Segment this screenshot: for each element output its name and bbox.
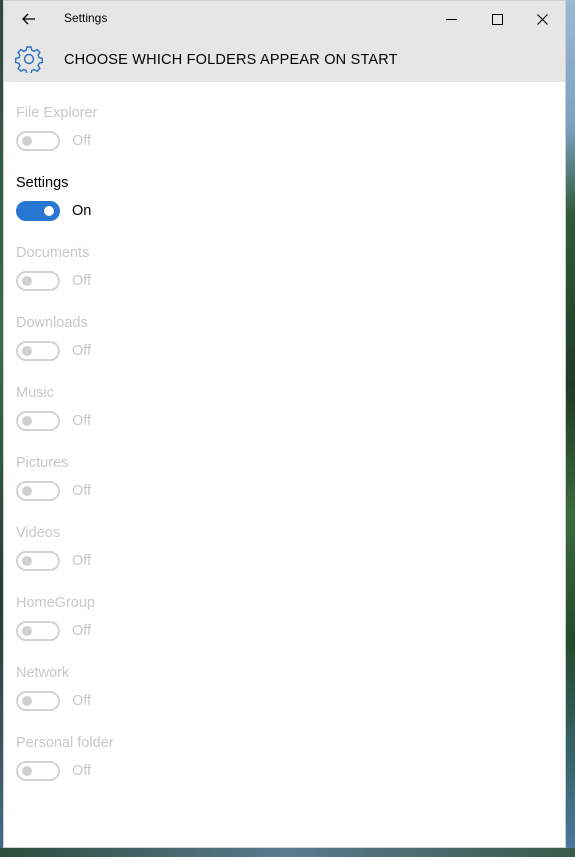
close-button[interactable] (519, 1, 565, 37)
toggle-state: Off (72, 553, 92, 569)
folder-label: HomeGroup (16, 595, 95, 611)
toggle-state: Off (72, 763, 92, 779)
folder-item-personal-folder: Personal folder Off (16, 735, 316, 795)
folder-item-videos: Videos Off (16, 525, 316, 585)
toggle-state: Off (72, 413, 92, 429)
folder-item-downloads: Downloads Off (16, 315, 316, 375)
pictures-toggle[interactable] (16, 481, 60, 501)
toggle-state: Off (72, 693, 92, 709)
page-title: CHOOSE WHICH FOLDERS APPEAR ON START (64, 52, 398, 68)
file-explorer-toggle[interactable] (16, 131, 60, 151)
toggle-state: Off (72, 343, 92, 359)
toggle-knob (22, 486, 32, 496)
toggle-state: Off (72, 483, 92, 499)
back-arrow-icon (22, 13, 35, 25)
folder-item-homegroup: HomeGroup Off (16, 595, 316, 655)
folder-label: Personal folder (16, 735, 114, 751)
videos-toggle[interactable] (16, 551, 60, 571)
personal-folder-toggle[interactable] (16, 761, 60, 781)
folder-item-music: Music Off (16, 385, 316, 445)
title-bar: Settings (4, 1, 565, 37)
network-toggle[interactable] (16, 691, 60, 711)
folder-label: Settings (16, 175, 69, 191)
folder-item-network: Network Off (16, 665, 316, 725)
folder-item-documents: Documents Off (16, 245, 316, 305)
gear-icon (15, 46, 43, 73)
folder-item-settings: Settings On (16, 175, 316, 235)
toggle-knob (22, 136, 32, 146)
toggle-knob (22, 626, 32, 636)
toggle-knob (22, 556, 32, 566)
toggle-state: Off (72, 273, 92, 289)
folder-label: File Explorer (16, 105, 98, 121)
toggle-knob (44, 206, 54, 216)
folder-label: Documents (16, 245, 90, 261)
folder-label: Downloads (16, 315, 88, 331)
close-icon (536, 13, 548, 25)
desktop-wallpaper (566, 0, 575, 857)
toggle-knob (22, 766, 32, 776)
app-title: Settings (64, 11, 108, 25)
toggle-knob (22, 416, 32, 426)
toggle-knob (22, 696, 32, 706)
toggle-knob (22, 346, 32, 356)
page-header: CHOOSE WHICH FOLDERS APPEAR ON START (4, 37, 565, 82)
folder-label: Pictures (16, 455, 69, 471)
toggle-state: On (72, 203, 92, 219)
minimize-icon (445, 18, 457, 20)
documents-toggle[interactable] (16, 271, 60, 291)
folder-item-file-explorer: File Explorer Off (16, 105, 316, 165)
toggle-state: Off (72, 623, 92, 639)
music-toggle[interactable] (16, 411, 60, 431)
homegroup-toggle[interactable] (16, 621, 60, 641)
toggle-knob (22, 276, 32, 286)
toggle-state: Off (72, 133, 92, 149)
folder-label: Videos (16, 525, 61, 541)
settings-window: Settings CHOOSE WHICH FOLDERS APPEAR ON … (3, 0, 566, 848)
folder-label: Network (16, 665, 70, 681)
back-button[interactable] (14, 5, 44, 33)
folder-item-pictures: Pictures Off (16, 455, 316, 515)
minimize-button[interactable] (428, 1, 474, 37)
maximize-button[interactable] (474, 1, 520, 37)
maximize-icon (491, 13, 503, 25)
downloads-toggle[interactable] (16, 341, 60, 361)
settings-toggle[interactable] (16, 201, 60, 221)
desktop-wallpaper-bottom (0, 848, 575, 857)
folder-label: Music (16, 385, 54, 401)
